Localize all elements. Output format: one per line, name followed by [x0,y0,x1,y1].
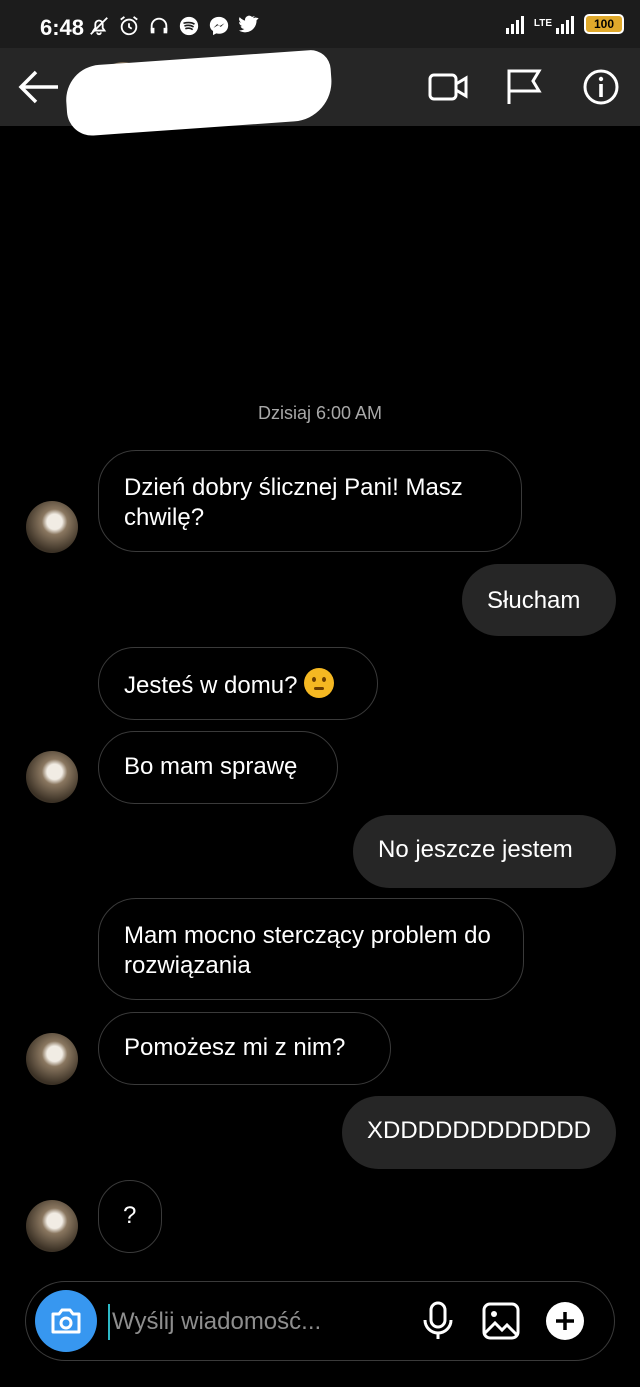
status-right: LTE 100 [505,14,624,34]
message-bubble-incoming[interactable]: Mam mocno sterczący problem do rozwiązan… [98,898,524,1000]
microphone-icon[interactable] [418,1300,458,1342]
flag-icon[interactable] [504,68,544,106]
image-icon[interactable] [481,1300,521,1342]
plus-icon[interactable] [545,1300,585,1342]
signal-2-icon [556,14,574,34]
message-bubble-incoming[interactable]: ? [98,1180,162,1253]
camera-button[interactable] [35,1290,97,1352]
message-bubble-incoming[interactable]: Pomożesz mi z nim? [98,1012,391,1085]
signal-icon [505,14,524,34]
message-bubble-incoming[interactable]: Dzień dobry ślicznej Pani! Masz chwilę? [98,450,522,552]
alarm-icon [120,16,138,36]
twitter-icon [238,15,259,33]
message-text: Jesteś w domu? [124,672,298,699]
spotify-icon [179,16,199,36]
thinking-face-icon [304,668,335,698]
message-bubble-outgoing[interactable]: XDDDDDDDDDDDD [342,1096,616,1169]
video-call-icon[interactable] [428,68,468,106]
sender-avatar[interactable] [26,1033,78,1085]
message-input[interactable] [108,1304,404,1340]
redacted-contact-name [63,48,335,138]
back-arrow-icon[interactable] [18,68,60,106]
status-icons [88,15,260,37]
message-bubble-incoming[interactable]: Jesteś w domu? [98,647,378,720]
info-icon[interactable] [581,68,621,106]
message-bubble-outgoing[interactable]: Słucham [462,564,616,636]
date-label: Dzisiaj 6:00 AM [257,403,383,423]
message-bubble-incoming[interactable]: Bo mam sprawę [98,731,338,804]
message-composer [25,1281,615,1361]
headphones-icon [150,17,168,34]
network-type: LTE [533,18,552,29]
sender-avatar[interactable] [26,751,78,803]
battery-level: 100 [584,14,624,34]
sender-avatar[interactable] [26,1200,78,1252]
message-bubble-outgoing[interactable]: No jeszcze jestem [353,815,616,888]
messenger-icon [209,16,229,36]
camera-icon [51,1308,81,1334]
bell-off-icon [90,17,108,36]
status-time: 6:48 [40,15,85,40]
status-bar: 6:48 LTE 100 [0,0,640,48]
conversation-header [0,48,640,138]
sender-avatar[interactable] [26,501,78,553]
